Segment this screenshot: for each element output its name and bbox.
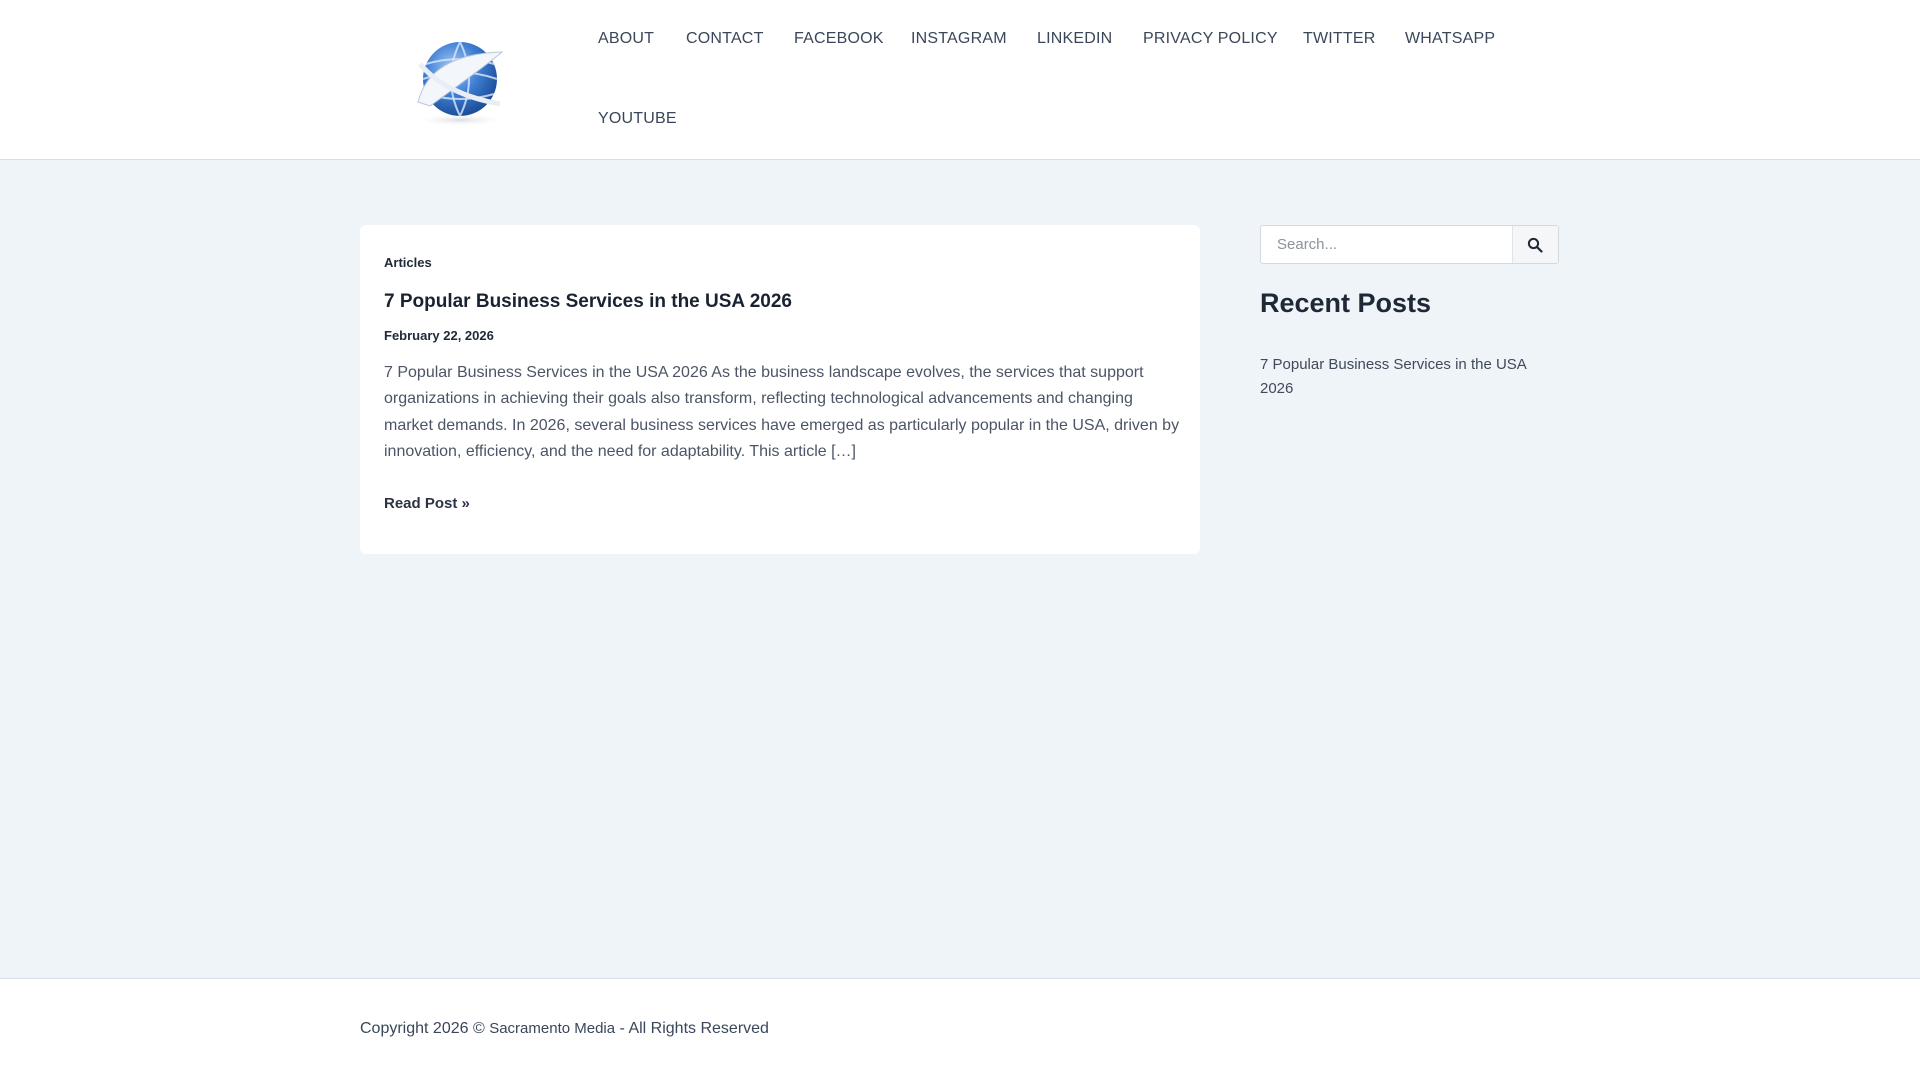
search-icon	[1527, 237, 1543, 253]
footer-brand: Sacramento Media	[489, 1020, 616, 1037]
globe-logo-icon	[414, 41, 506, 126]
copyright-text: Copyright 2026 © Sacramento Media - All …	[360, 1020, 769, 1038]
copyright-prefix: Copyright 2026 ©	[360, 1020, 490, 1037]
post-category[interactable]: Articles	[384, 255, 432, 270]
copyright-suffix: - All Rights Reserved	[615, 1020, 769, 1037]
nav-item-linkedin[interactable]: LINKEDIN	[1037, 29, 1112, 49]
main-nav: ABOUT CONTACT FACEBOOK INSTAGRAM LINKEDI…	[598, 0, 1558, 159]
search-button[interactable]	[1512, 226, 1558, 263]
recent-posts-title: Recent Posts	[1260, 288, 1432, 318]
nav-item-privacy-policy[interactable]: PRIVACY POLICY	[1143, 29, 1278, 49]
search-input[interactable]	[1261, 226, 1513, 263]
read-post-link[interactable]: Read Post »	[384, 495, 470, 512]
nav-item-contact[interactable]: CONTACT	[686, 29, 764, 49]
nav-item-instagram[interactable]: INSTAGRAM	[911, 29, 1007, 49]
nav-item-twitter[interactable]: TWITTER	[1303, 29, 1376, 49]
post-title[interactable]: 7 Popular Business Services in the USA 2…	[384, 291, 792, 313]
site-logo[interactable]	[360, 24, 560, 129]
post-date: February 22, 2026	[384, 328, 494, 343]
post-excerpt: 7 Popular Business Services in the USA 2…	[384, 364, 1180, 461]
nav-item-whatsapp[interactable]: WHATSAPP	[1405, 29, 1495, 49]
nav-item-facebook[interactable]: FACEBOOK	[794, 29, 884, 49]
search-form	[1260, 225, 1559, 264]
site-footer: Copyright 2026 © Sacramento Media - All …	[0, 978, 1920, 1081]
nav-item-about[interactable]: ABOUT	[598, 29, 654, 49]
nav-item-youtube[interactable]: YOUTUBE	[598, 109, 677, 129]
site-header: ABOUT CONTACT FACEBOOK INSTAGRAM LINKEDI…	[0, 0, 1920, 160]
post-card: Articles 7 Popular Business Services in …	[360, 225, 1200, 554]
recent-post-link[interactable]: 7 Popular Business Services in the USA 2…	[1260, 353, 1550, 401]
